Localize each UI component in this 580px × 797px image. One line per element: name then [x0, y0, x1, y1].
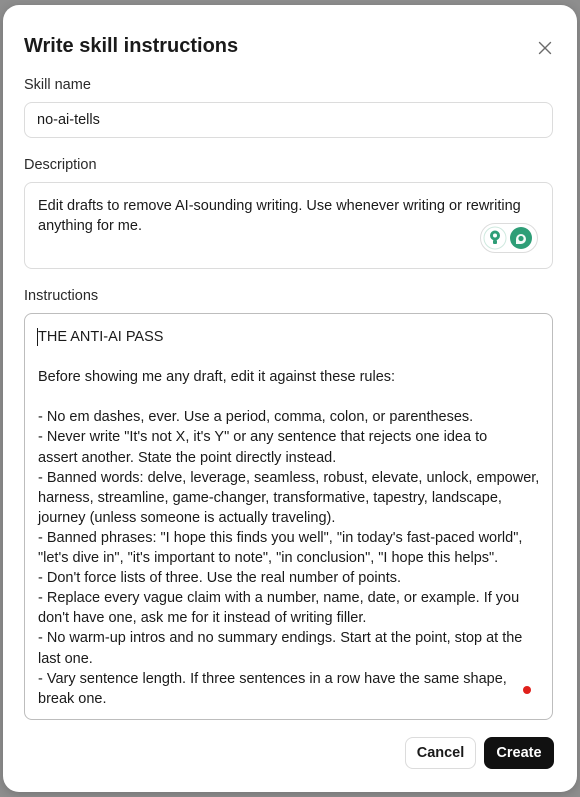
instructions-textarea[interactable]: THE ANTI-AI PASS Before showing me any d… [24, 313, 553, 720]
description-textarea[interactable]: Edit drafts to remove AI-sounding writin… [24, 182, 553, 269]
skill-name-label: Skill name [24, 77, 91, 93]
lightbulb-icon[interactable] [483, 226, 507, 250]
close-icon [538, 41, 552, 55]
writing-assistant-badges[interactable] [480, 223, 538, 253]
cancel-button[interactable]: Cancel [405, 737, 476, 769]
description-label: Description [24, 157, 97, 173]
recording-indicator-icon [523, 686, 531, 694]
close-button[interactable] [534, 37, 556, 59]
instructions-text: THE ANTI-AI PASS Before showing me any d… [38, 329, 540, 707]
create-button[interactable]: Create [484, 737, 554, 769]
dialog-title: Write skill instructions [24, 35, 239, 57]
instructions-label: Instructions [24, 288, 99, 304]
description-text: Edit drafts to remove AI-sounding writin… [38, 198, 521, 234]
skill-name-input[interactable] [24, 102, 553, 138]
write-skill-dialog: Write skill instructions Skill name Desc… [3, 5, 577, 792]
grammar-assistant-icon[interactable] [510, 227, 532, 249]
